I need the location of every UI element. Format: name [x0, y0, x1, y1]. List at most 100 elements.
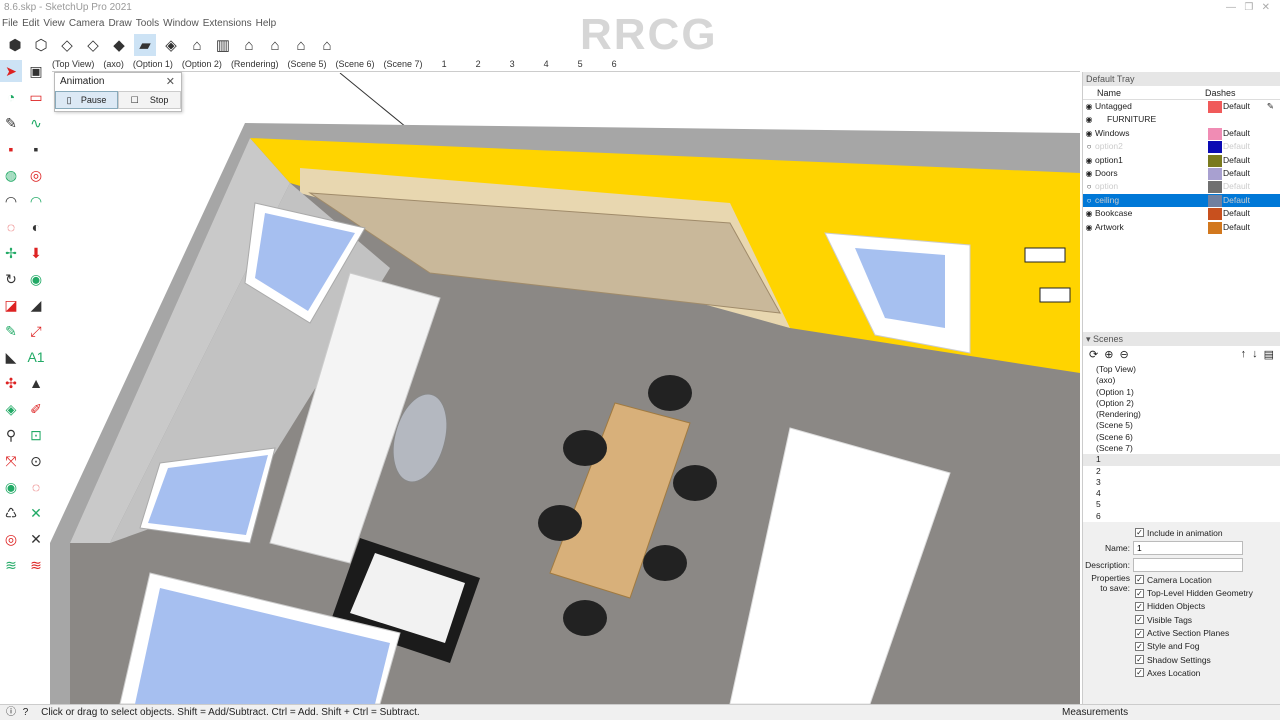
tool-icon-5[interactable]: ∿: [25, 112, 47, 134]
back-edges-icon[interactable]: ⬡: [30, 34, 52, 56]
tag-color-swatch[interactable]: [1208, 127, 1222, 140]
menu-window[interactable]: Window: [163, 18, 199, 29]
tool-icon-22[interactable]: ◣: [0, 346, 22, 368]
property-checkbox[interactable]: ✓ Axes Location: [1083, 666, 1280, 679]
tool-icon-32[interactable]: ◉: [0, 476, 22, 498]
scene-tab[interactable]: 3: [510, 59, 515, 71]
menu-view[interactable]: View: [43, 18, 65, 29]
add-scene-icon[interactable]: ⊕: [1104, 348, 1113, 361]
tool-icon-11[interactable]: ◠: [25, 190, 47, 212]
tag-dashes[interactable]: Default: [1223, 194, 1250, 207]
tag-dashes[interactable]: Default: [1223, 180, 1250, 193]
tool-icon-2[interactable]: ◔: [0, 86, 22, 108]
scene-item[interactable]: 1: [1083, 454, 1280, 466]
tool-icon-1[interactable]: ▣: [25, 60, 47, 82]
eye-hidden-icon[interactable]: ○: [1083, 180, 1095, 193]
scene-tab[interactable]: 5: [578, 59, 583, 71]
tag-row[interactable]: ◉ FURNITURE: [1083, 113, 1280, 127]
tool-icon-19[interactable]: ◢: [25, 294, 47, 316]
tag-row[interactable]: ○ option2 Default: [1083, 140, 1280, 154]
tool-icon-25[interactable]: ▲: [25, 372, 47, 394]
front-view-icon[interactable]: ⌂: [238, 34, 260, 56]
tag-dashes[interactable]: Default: [1223, 207, 1250, 220]
right-view-icon[interactable]: ⌂: [264, 34, 286, 56]
tool-icon-39[interactable]: ≋: [25, 554, 47, 576]
tag-color-swatch[interactable]: [1208, 181, 1222, 194]
tag-color-swatch[interactable]: [1208, 141, 1222, 154]
tool-icon-14[interactable]: ✢: [0, 242, 22, 264]
tag-color-swatch[interactable]: [1208, 221, 1222, 234]
tool-icon-30[interactable]: ⤧: [0, 450, 22, 472]
tag-row[interactable]: ◉ Doors Default: [1083, 166, 1280, 181]
menu-help[interactable]: Help: [256, 18, 277, 29]
scenes-title[interactable]: ▾ Scenes: [1083, 331, 1280, 346]
eye-icon[interactable]: ◉: [1083, 127, 1095, 140]
tool-icon-12[interactable]: ◌: [0, 216, 22, 238]
tag-color-swatch[interactable]: [1208, 194, 1222, 207]
scene-item[interactable]: (Option 1): [1083, 387, 1280, 398]
scene-item[interactable]: (Option 2): [1083, 398, 1280, 409]
tag-row[interactable]: ◉ Windows Default: [1083, 126, 1280, 141]
scene-item[interactable]: (Scene 5): [1083, 420, 1280, 431]
tool-icon-20[interactable]: ✎: [0, 320, 22, 342]
refresh-icon[interactable]: ⟳: [1089, 348, 1098, 361]
menu-edit[interactable]: Edit: [22, 18, 39, 29]
tool-icon-28[interactable]: ⚲: [0, 424, 22, 446]
tool-icon-8[interactable]: ◍: [0, 164, 22, 186]
name-column-header[interactable]: Name: [1083, 86, 1205, 99]
tag-dashes[interactable]: Default: [1223, 140, 1250, 153]
tag-color-swatch[interactable]: [1208, 154, 1222, 167]
scene-item[interactable]: 5: [1083, 499, 1280, 510]
wireframe-icon[interactable]: ◇: [56, 34, 78, 56]
dashes-column-header[interactable]: Dashes: [1205, 86, 1236, 99]
tag-row[interactable]: ◉ Bookcase Default: [1083, 207, 1280, 221]
move-down-icon[interactable]: ↓: [1252, 348, 1258, 360]
scene-item[interactable]: (axo): [1083, 375, 1280, 386]
tool-icon-15[interactable]: ⬇: [25, 242, 47, 264]
include-in-animation-checkbox[interactable]: ✓ Include in animation: [1083, 526, 1280, 539]
tool-icon-13[interactable]: ◐: [25, 216, 47, 238]
eye-icon[interactable]: ◉: [1083, 100, 1095, 113]
tool-icon-24[interactable]: ✣: [0, 372, 22, 394]
scene-tab[interactable]: 1: [442, 59, 447, 71]
window-controls[interactable]: — ❐ ✕: [1226, 0, 1270, 16]
scene-item[interactable]: 3: [1083, 477, 1280, 488]
scene-item[interactable]: (Top View): [1083, 364, 1280, 375]
tag-color-swatch[interactable]: [1208, 167, 1222, 180]
tag-color-swatch[interactable]: [1208, 208, 1222, 221]
monochrome-icon[interactable]: ◈: [160, 34, 182, 56]
tool-icon-21[interactable]: ⤢: [25, 320, 47, 342]
property-checkbox[interactable]: ✓ Hidden Objects: [1083, 600, 1280, 613]
tool-icon-37[interactable]: ✕: [25, 528, 47, 550]
menu-camera[interactable]: Camera: [69, 18, 105, 29]
menu-tools[interactable]: Tools: [136, 18, 159, 29]
eye-icon[interactable]: ◉: [1083, 113, 1095, 126]
pause-button[interactable]: ▯ Pause: [55, 91, 118, 109]
menu-extensions[interactable]: Extensions: [203, 18, 252, 29]
tool-icon-27[interactable]: ✐: [25, 398, 47, 420]
scene-tab[interactable]: (Scene 7): [384, 59, 423, 71]
menu-draw[interactable]: Draw: [108, 18, 131, 29]
scene-tab[interactable]: (axo): [103, 59, 124, 71]
hidden-line-icon[interactable]: ◇: [82, 34, 104, 56]
tag-row[interactable]: ◉ Untagged Default ✎: [1083, 100, 1280, 114]
shaded-textures-icon[interactable]: ▰: [134, 34, 156, 56]
tag-row[interactable]: ◉ Artwork Default: [1083, 220, 1280, 234]
property-checkbox[interactable]: ✓ Shadow Settings: [1083, 653, 1280, 666]
stop-button[interactable]: ☐ Stop: [118, 91, 181, 109]
scene-item[interactable]: (Rendering): [1083, 409, 1280, 420]
scene-tab[interactable]: (Rendering): [231, 59, 279, 71]
left-view-icon[interactable]: ⌂: [316, 34, 338, 56]
pencil-icon[interactable]: ✎: [1267, 100, 1274, 113]
move-up-icon[interactable]: ↑: [1241, 348, 1247, 360]
scene-item[interactable]: (Scene 6): [1083, 432, 1280, 443]
property-checkbox[interactable]: ✓ Active Section Planes: [1083, 626, 1280, 639]
scene-tab[interactable]: (Option 1): [133, 59, 173, 71]
scene-tab[interactable]: (Scene 5): [287, 59, 326, 71]
tag-color-swatch[interactable]: [1208, 101, 1222, 113]
tool-icon-29[interactable]: ⊡: [25, 424, 47, 446]
eye-hidden-icon[interactable]: ○: [1083, 140, 1095, 153]
scene-tab[interactable]: 2: [476, 59, 481, 71]
eye-icon[interactable]: ◉: [1083, 207, 1095, 220]
scene-tab[interactable]: (Option 2): [182, 59, 222, 71]
